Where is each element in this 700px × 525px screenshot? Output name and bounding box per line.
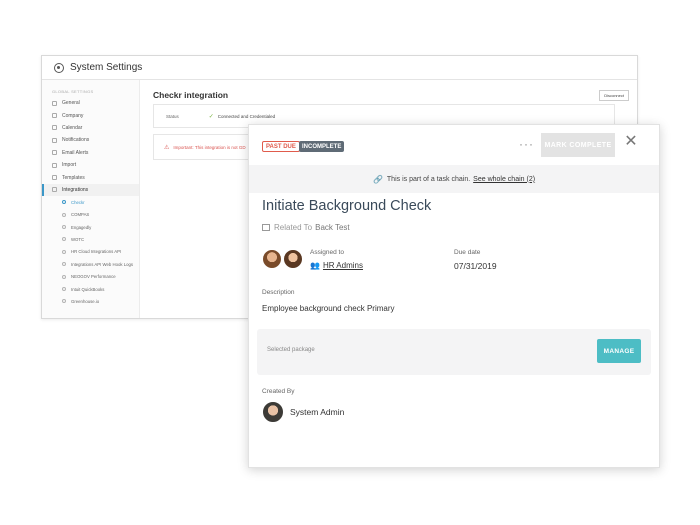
task-detail-modal: PAST DUE INCOMPLETE ··· MARK COMPLETE ✕ … (248, 124, 660, 468)
gear-icon (54, 62, 64, 73)
integration-item-label: WOTC (71, 236, 85, 242)
incomplete-badge: INCOMPLETE (299, 141, 345, 152)
link-icon: 🔗 (372, 174, 383, 184)
checkr-icon (62, 200, 66, 205)
description-value: Employee background check Primary (262, 304, 395, 313)
created-by-value: System Admin (290, 407, 345, 417)
integration-item-webhook-logs[interactable]: Integrations API Web Hook Logs (42, 258, 139, 270)
manage-button[interactable]: MANAGE (597, 339, 641, 363)
greenhouse-icon (62, 299, 66, 304)
due-date-label: Due date (454, 249, 481, 256)
sidebar-item-label: Calendar (62, 124, 83, 131)
building-icon (52, 113, 57, 119)
template-icon (52, 175, 57, 181)
chain-text: This is part of a task chain. (386, 175, 471, 183)
integration-item-greenhouse[interactable]: Greenhouse.io (42, 295, 139, 307)
close-icon[interactable]: ✕ (624, 134, 638, 150)
created-by-label: Created By (262, 388, 295, 395)
mark-complete-button[interactable]: MARK COMPLETE (541, 133, 615, 157)
settings-sidebar: GLOBAL SETTINGS General Company Calendar… (42, 80, 140, 318)
modal-header: PAST DUE INCOMPLETE ··· MARK COMPLETE ✕ (249, 125, 659, 165)
integration-item-label: Integrations API Web Hook Logs (71, 261, 134, 267)
integration-item-label: Engagedly (71, 224, 92, 230)
sidebar-item-label: Templates (62, 174, 85, 181)
quickbooks-icon (62, 287, 66, 292)
engagedly-icon (62, 225, 66, 230)
avatar (283, 249, 303, 269)
check-icon: ✓ (208, 113, 214, 120)
task-chain-bar: 🔗 This is part of a task chain. See whol… (249, 165, 659, 193)
api-icon (62, 262, 66, 267)
import-icon (52, 162, 57, 168)
sidebar-item-email-alerts[interactable]: Email Alerts (42, 147, 139, 159)
group-icon: 👥 (310, 261, 320, 270)
pencil-icon (52, 100, 57, 106)
assigned-to-value[interactable]: HR Admins (323, 261, 363, 270)
wotc-icon (62, 237, 66, 242)
sidebar-item-calendar[interactable]: Calendar (42, 122, 139, 134)
bell-icon (52, 137, 57, 143)
sidebar-item-label: General (62, 100, 80, 107)
sidebar-item-company[interactable]: Company (42, 109, 139, 121)
integration-item-label: Intuit QuickBooks (71, 286, 105, 292)
see-whole-chain-link[interactable]: See whole chain (2) (473, 176, 535, 183)
related-to: Related To Back Test (262, 223, 350, 232)
sidebar-item-general[interactable]: General (42, 97, 139, 109)
link-icon (52, 187, 57, 193)
integration-item-checkr[interactable]: Checkr (42, 196, 139, 208)
selected-package-panel: Selected package MANAGE (257, 329, 651, 375)
integration-item-hr-cloud-api[interactable]: HR Cloud Integrations API (42, 246, 139, 258)
integration-item-compas[interactable]: COMPAS (42, 209, 139, 221)
integration-item-wotc[interactable]: WOTC (42, 233, 139, 245)
sidebar-item-label: Email Alerts (62, 149, 89, 156)
related-to-label: Related To (274, 223, 313, 232)
integration-item-label: NEOGOV Performance (71, 274, 116, 280)
settings-title: System Settings (70, 62, 143, 73)
sidebar-item-integrations[interactable]: Integrations (42, 183, 139, 197)
bell-icon (52, 150, 57, 156)
sidebar-item-notifications[interactable]: Notifications (42, 134, 139, 146)
neogov-icon (62, 274, 66, 279)
integration-item-quickbooks[interactable]: Intuit QuickBooks (42, 283, 139, 295)
assigned-to-label: Assigned to (310, 249, 344, 256)
related-to-value[interactable]: Back Test (315, 223, 350, 232)
sidebar-item-import[interactable]: Import (42, 159, 139, 171)
selected-package-label: Selected package (267, 347, 315, 353)
api-icon (62, 249, 66, 254)
sidebar-item-label: Notifications (62, 137, 90, 144)
document-icon (262, 224, 270, 231)
integration-item-label: COMPAS (71, 212, 90, 218)
settings-header: System Settings (42, 56, 637, 80)
integration-item-label: Greenhouse.io (71, 298, 100, 304)
sidebar-item-label: Company (62, 112, 84, 119)
avatar (262, 249, 282, 269)
status-value: Connected and Credentialed (217, 113, 276, 119)
description-label: Description (262, 289, 295, 296)
sidebar-item-label: Integrations (62, 186, 89, 193)
due-date-value: 07/31/2019 (454, 261, 497, 271)
integration-item-label: Checkr (71, 199, 85, 205)
task-title: Initiate Background Check (262, 198, 432, 214)
warning-text: Important: This integration is not GD (173, 144, 246, 150)
sidebar-item-label: Import (62, 162, 77, 169)
sidebar-item-templates[interactable]: Templates (42, 171, 139, 183)
integration-item-engagedly[interactable]: Engagedly (42, 221, 139, 233)
compas-icon (62, 212, 66, 217)
assigned-to[interactable]: 👥 HR Admins (310, 261, 363, 270)
sidebar-group-label: GLOBAL SETTINGS (52, 89, 94, 94)
integration-item-neogov[interactable]: NEOGOV Performance (42, 270, 139, 282)
calendar-icon (52, 125, 57, 131)
avatar (262, 401, 284, 423)
integration-item-label: HR Cloud Integrations API (71, 249, 122, 255)
integration-title: Checkr integration (153, 90, 229, 100)
disconnect-button[interactable]: Disconnect (599, 90, 629, 101)
warning-icon: ⚠ (164, 144, 170, 151)
status-label: Status (166, 113, 179, 119)
more-options-icon[interactable]: ··· (519, 137, 534, 151)
past-due-badge: PAST DUE (262, 141, 300, 152)
